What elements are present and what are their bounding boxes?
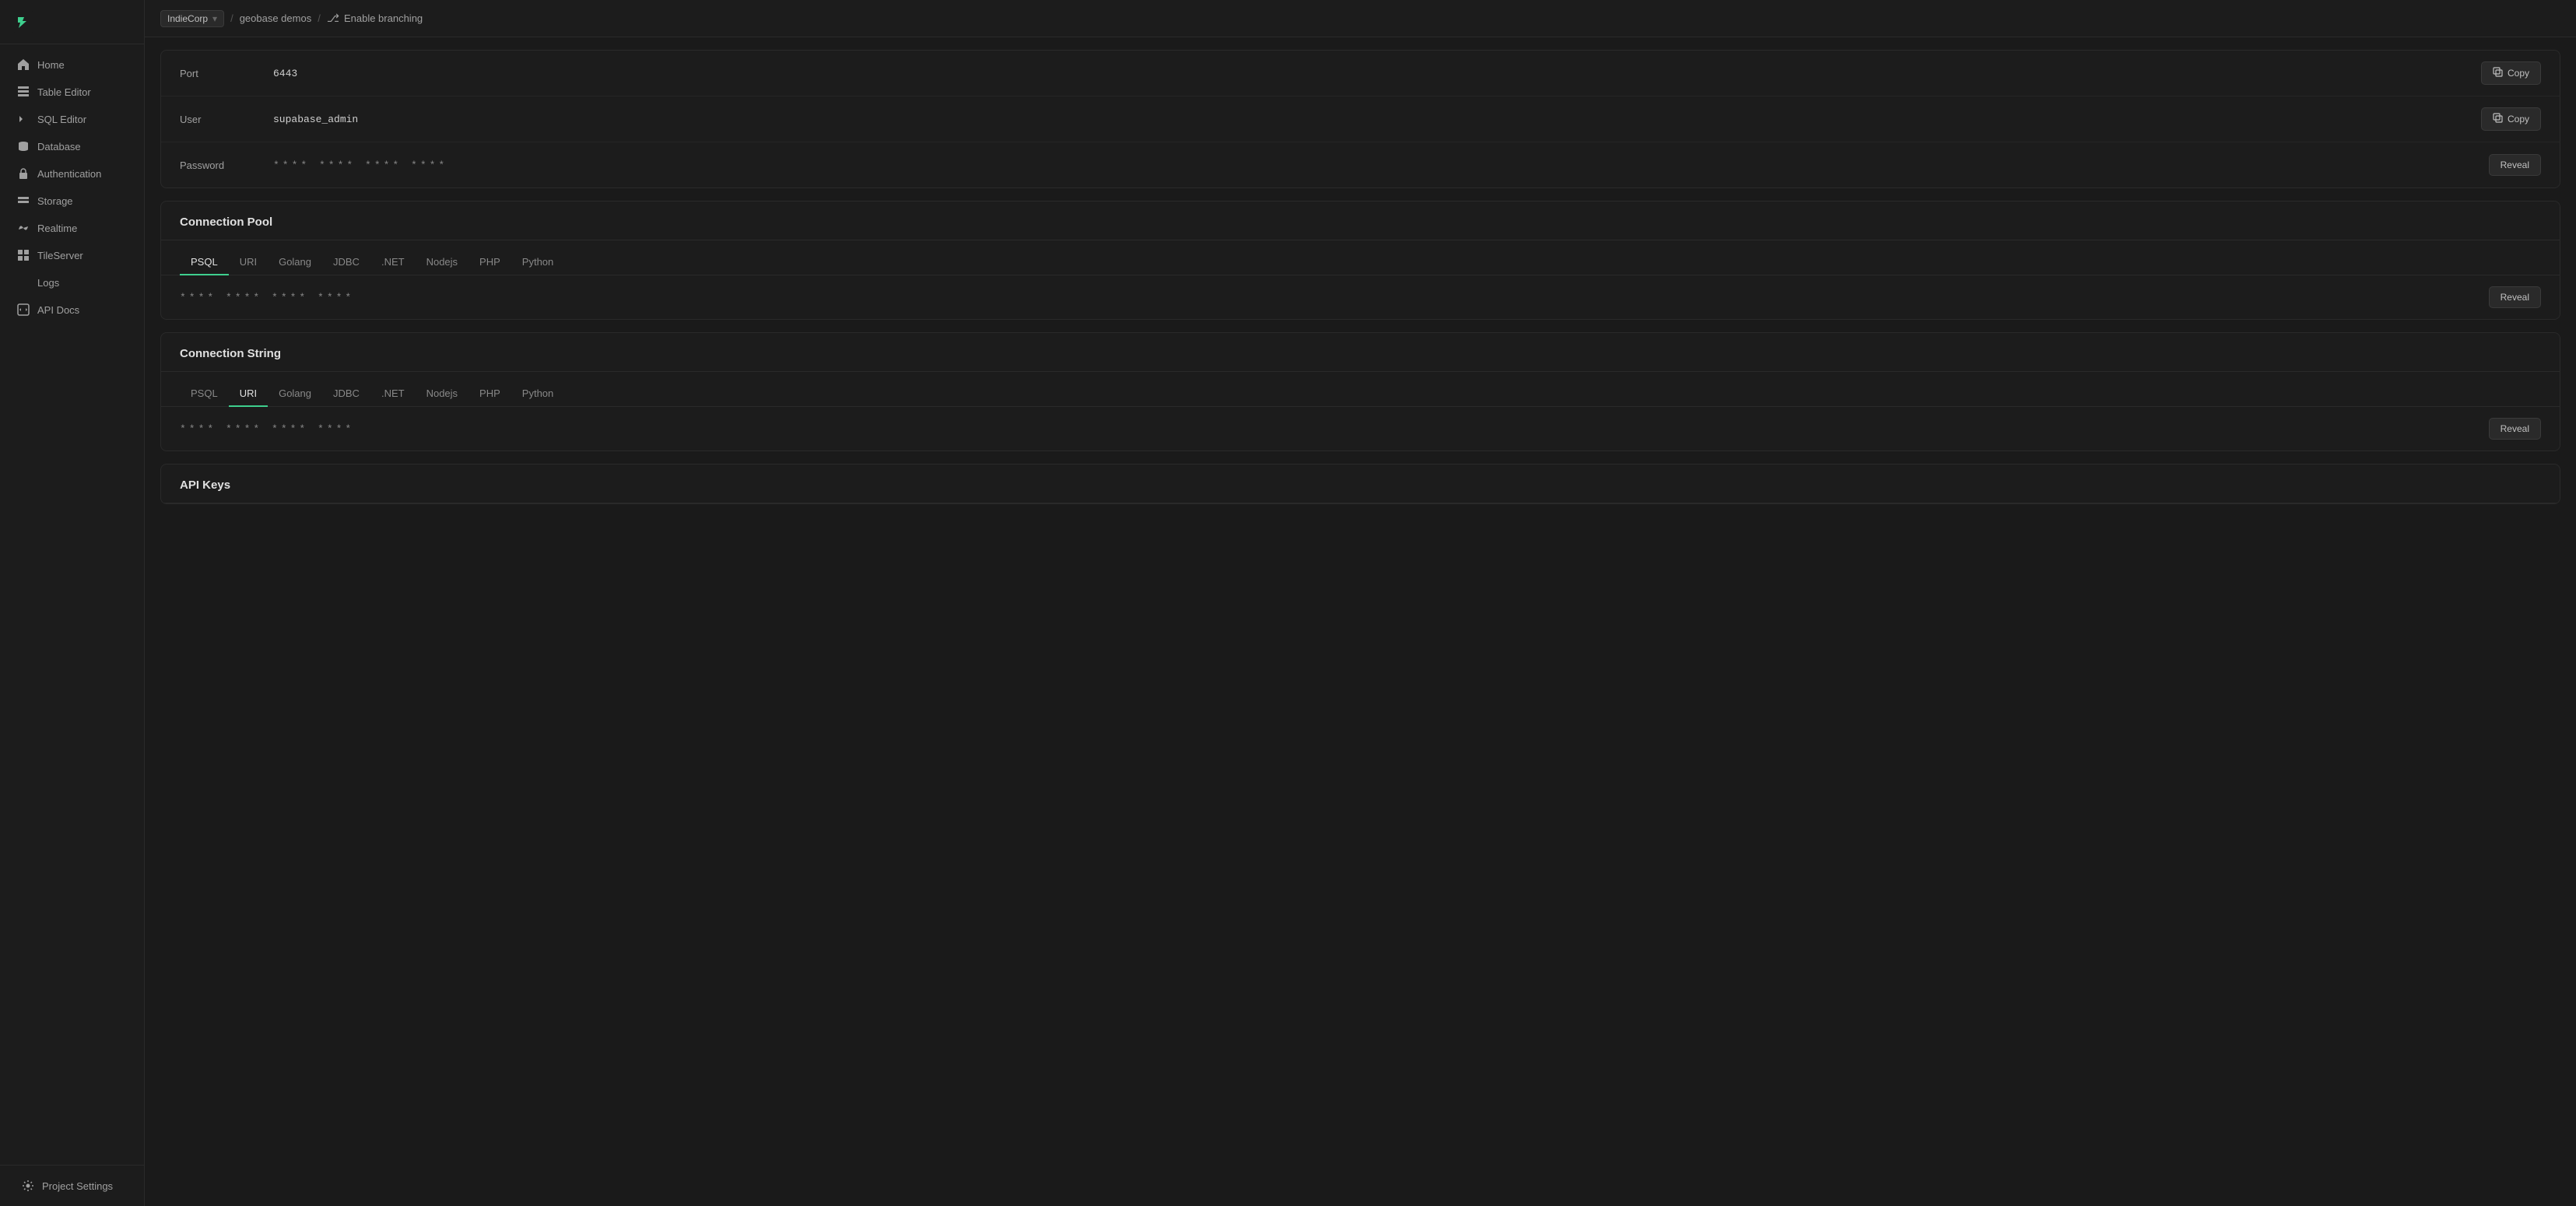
breadcrumb-separator-1: / bbox=[230, 12, 233, 24]
chevron-down-icon: ▾ bbox=[212, 13, 217, 24]
sidebar-logo bbox=[0, 0, 144, 44]
main-content: IndieСorp ▾ / geobase demos / ⎇ Enable b… bbox=[145, 0, 2576, 1206]
project-badge[interactable]: IndieСorp ▾ bbox=[160, 10, 224, 27]
sidebar-item-project-settings[interactable]: Project Settings bbox=[9, 1173, 135, 1199]
realtime-icon bbox=[17, 222, 30, 234]
copy-icon bbox=[2493, 67, 2503, 79]
database-icon bbox=[17, 140, 30, 153]
tab-jdbc-pool[interactable]: JDBC bbox=[322, 250, 370, 275]
api-keys-panel: API Keys bbox=[160, 464, 2560, 504]
user-actions: Copy bbox=[2481, 107, 2541, 131]
branch-icon: ⎇ bbox=[327, 12, 339, 25]
logs-icon bbox=[17, 276, 30, 289]
sidebar: Home Table Editor SQL Editor Database Au bbox=[0, 0, 145, 1206]
settings-icon bbox=[22, 1180, 34, 1192]
tab-php-string[interactable]: PHP bbox=[469, 381, 511, 407]
user-row: User supabase_admin Copy bbox=[161, 96, 2560, 142]
tab-psql-string[interactable]: PSQL bbox=[180, 381, 229, 407]
connection-string-reveal-button[interactable]: Reveal bbox=[2489, 418, 2541, 440]
tab-nodejs-pool[interactable]: Nodejs bbox=[416, 250, 469, 275]
tab-dotnet-string[interactable]: .NET bbox=[370, 381, 416, 407]
tab-python-pool[interactable]: Python bbox=[511, 250, 564, 275]
sidebar-item-table-editor[interactable]: Table Editor bbox=[5, 79, 139, 105]
user-value: supabase_admin bbox=[273, 114, 2465, 125]
tab-dotnet-pool[interactable]: .NET bbox=[370, 250, 416, 275]
connection-pool-tabs: PSQL URI Golang JDBC .NET Nodejs PHP Pyt… bbox=[161, 240, 2560, 275]
api-icon bbox=[17, 303, 30, 316]
connection-string-panel: Connection String PSQL URI Golang JDBC .… bbox=[160, 332, 2560, 451]
home-icon bbox=[17, 58, 30, 71]
sidebar-item-database[interactable]: Database bbox=[5, 133, 139, 160]
password-actions: Reveal bbox=[2489, 154, 2541, 176]
password-reveal-button[interactable]: Reveal bbox=[2489, 154, 2541, 176]
sidebar-item-tileserver[interactable]: TileServer bbox=[5, 242, 139, 268]
password-label: Password bbox=[180, 160, 273, 171]
sidebar-bottom: Project Settings bbox=[0, 1165, 144, 1206]
breadcrumb-project-sub: geobase demos bbox=[240, 12, 312, 24]
tab-uri-string[interactable]: URI bbox=[229, 381, 268, 407]
supabase-logo bbox=[12, 11, 34, 33]
api-keys-title: API Keys bbox=[161, 465, 2560, 503]
port-row: Port 6443 Copy bbox=[161, 51, 2560, 96]
table-icon bbox=[17, 86, 30, 98]
sidebar-item-logs[interactable]: Logs bbox=[5, 269, 139, 296]
enable-branching-button[interactable]: ⎇ Enable branching bbox=[327, 12, 423, 25]
tab-golang-string[interactable]: Golang bbox=[268, 381, 322, 407]
user-label: User bbox=[180, 114, 273, 125]
auth-icon bbox=[17, 167, 30, 180]
connection-pool-content: **** **** **** **** Reveal bbox=[161, 275, 2560, 319]
user-copy-button[interactable]: Copy bbox=[2481, 107, 2541, 131]
connection-string-masked-value: **** **** **** **** bbox=[180, 423, 2489, 435]
port-copy-button[interactable]: Copy bbox=[2481, 61, 2541, 85]
password-masked-value: **** **** **** **** bbox=[273, 160, 2473, 171]
tab-php-pool[interactable]: PHP bbox=[469, 250, 511, 275]
content-area: Port 6443 Copy User supabase_admin bbox=[145, 37, 2576, 1206]
port-label: Port bbox=[180, 68, 273, 79]
sidebar-nav: Home Table Editor SQL Editor Database Au bbox=[0, 44, 144, 1165]
password-row: Password **** **** **** **** Reveal bbox=[161, 142, 2560, 188]
topbar: IndieСorp ▾ / geobase demos / ⎇ Enable b… bbox=[145, 0, 2576, 37]
tab-jdbc-string[interactable]: JDBC bbox=[322, 381, 370, 407]
tab-golang-pool[interactable]: Golang bbox=[268, 250, 322, 275]
sidebar-item-authentication[interactable]: Authentication bbox=[5, 160, 139, 187]
connection-pool-title: Connection Pool bbox=[161, 202, 2560, 240]
sql-icon bbox=[17, 113, 30, 125]
connection-pool-masked-value: **** **** **** **** bbox=[180, 292, 2489, 303]
tab-nodejs-string[interactable]: Nodejs bbox=[416, 381, 469, 407]
connection-pool-reveal-button[interactable]: Reveal bbox=[2489, 286, 2541, 308]
connection-pool-panel: Connection Pool PSQL URI Golang JDBC .NE… bbox=[160, 201, 2560, 320]
sidebar-item-api-docs[interactable]: API Docs bbox=[5, 296, 139, 323]
copy-icon-2 bbox=[2493, 113, 2503, 125]
storage-icon bbox=[17, 195, 30, 207]
breadcrumb-separator-2: / bbox=[318, 12, 321, 24]
sidebar-item-sql-editor[interactable]: SQL Editor bbox=[5, 106, 139, 132]
project-name: IndieСorp bbox=[167, 13, 208, 24]
tab-uri-pool[interactable]: URI bbox=[229, 250, 268, 275]
sidebar-item-home[interactable]: Home bbox=[5, 51, 139, 78]
sidebar-item-realtime[interactable]: Realtime bbox=[5, 215, 139, 241]
port-actions: Copy bbox=[2481, 61, 2541, 85]
port-value: 6443 bbox=[273, 68, 2465, 79]
breadcrumb: IndieСorp ▾ / geobase demos / ⎇ Enable b… bbox=[160, 10, 423, 27]
tab-python-string[interactable]: Python bbox=[511, 381, 564, 407]
connection-details-panel: Port 6443 Copy User supabase_admin bbox=[160, 50, 2560, 188]
tab-psql-pool[interactable]: PSQL bbox=[180, 250, 229, 275]
tile-icon bbox=[17, 249, 30, 261]
sidebar-item-storage[interactable]: Storage bbox=[5, 188, 139, 214]
connection-string-content: **** **** **** **** Reveal bbox=[161, 407, 2560, 450]
connection-string-tabs: PSQL URI Golang JDBC .NET Nodejs PHP Pyt… bbox=[161, 372, 2560, 407]
connection-string-title: Connection String bbox=[161, 333, 2560, 372]
